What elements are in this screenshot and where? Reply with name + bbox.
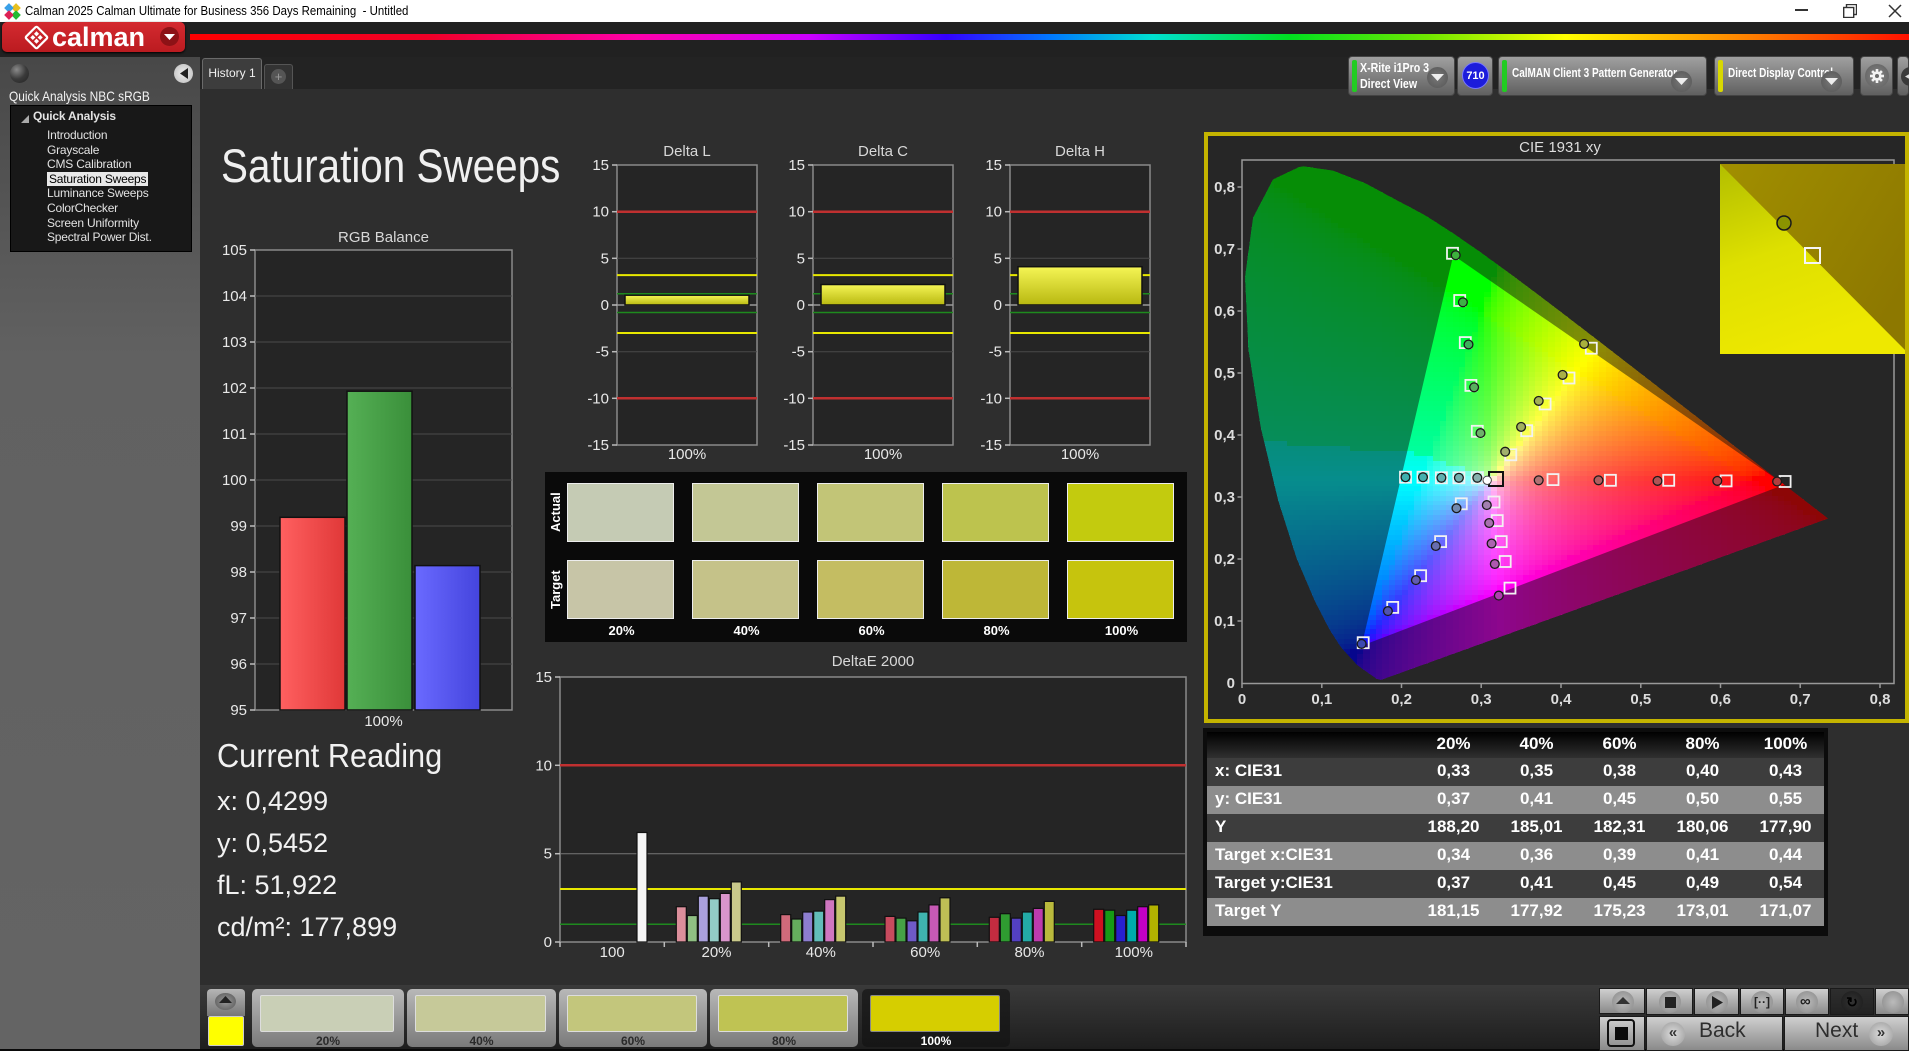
svg-text:15: 15 bbox=[592, 157, 609, 174]
svg-text:0,7: 0,7 bbox=[1214, 241, 1235, 258]
svg-text:0,5: 0,5 bbox=[1630, 691, 1651, 708]
svg-text:10: 10 bbox=[592, 204, 609, 221]
svg-text:CIE 1931 xy: CIE 1931 xy bbox=[1519, 139, 1601, 156]
svg-text:60%: 60% bbox=[910, 944, 940, 961]
svg-text:0,4: 0,4 bbox=[1551, 691, 1573, 708]
svg-text:100%: 100% bbox=[864, 446, 902, 463]
svg-text:0,6: 0,6 bbox=[1710, 691, 1731, 708]
svg-text:95: 95 bbox=[230, 702, 247, 719]
svg-text:98: 98 bbox=[230, 564, 247, 581]
svg-text:20%: 20% bbox=[701, 944, 731, 961]
svg-text:-15: -15 bbox=[980, 437, 1002, 454]
svg-text:0,2: 0,2 bbox=[1391, 691, 1412, 708]
svg-text:-15: -15 bbox=[587, 437, 609, 454]
svg-text:0: 0 bbox=[994, 297, 1002, 314]
svg-text:10: 10 bbox=[535, 757, 552, 774]
svg-text:100%: 100% bbox=[1061, 446, 1099, 463]
svg-text:5: 5 bbox=[601, 250, 609, 267]
svg-text:96: 96 bbox=[230, 656, 247, 673]
svg-text:100%: 100% bbox=[364, 713, 402, 730]
svg-text:0: 0 bbox=[797, 297, 805, 314]
svg-text:0,8: 0,8 bbox=[1870, 691, 1891, 708]
svg-text:80%: 80% bbox=[1014, 944, 1044, 961]
svg-text:-15: -15 bbox=[783, 437, 805, 454]
svg-text:0: 0 bbox=[1238, 691, 1246, 708]
svg-text:0: 0 bbox=[601, 297, 609, 314]
svg-text:0,5: 0,5 bbox=[1214, 365, 1235, 382]
svg-text:5: 5 bbox=[544, 846, 552, 863]
svg-text:99: 99 bbox=[230, 518, 247, 535]
svg-text:104: 104 bbox=[222, 288, 247, 305]
svg-text:-5: -5 bbox=[596, 344, 609, 361]
svg-text:5: 5 bbox=[797, 250, 805, 267]
svg-text:100%: 100% bbox=[1115, 944, 1153, 961]
svg-text:102: 102 bbox=[222, 380, 247, 397]
svg-text:-5: -5 bbox=[792, 344, 805, 361]
svg-text:0,7: 0,7 bbox=[1790, 691, 1811, 708]
svg-text:-10: -10 bbox=[980, 390, 1002, 407]
svg-text:40%: 40% bbox=[806, 944, 836, 961]
svg-text:15: 15 bbox=[788, 157, 805, 174]
svg-text:0,3: 0,3 bbox=[1214, 489, 1235, 506]
svg-text:-5: -5 bbox=[989, 344, 1002, 361]
svg-text:97: 97 bbox=[230, 610, 247, 627]
svg-text:-10: -10 bbox=[587, 390, 609, 407]
svg-text:0,2: 0,2 bbox=[1214, 551, 1235, 568]
svg-text:Delta C: Delta C bbox=[858, 143, 908, 160]
svg-text:10: 10 bbox=[788, 204, 805, 221]
svg-text:103: 103 bbox=[222, 334, 247, 351]
svg-text:105: 105 bbox=[222, 242, 247, 259]
svg-text:0,8: 0,8 bbox=[1214, 179, 1235, 196]
svg-text:5: 5 bbox=[994, 250, 1002, 267]
svg-text:DeltaE 2000: DeltaE 2000 bbox=[832, 653, 915, 670]
svg-text:0,1: 0,1 bbox=[1214, 613, 1235, 630]
svg-text:100: 100 bbox=[222, 472, 247, 489]
svg-text:0,4: 0,4 bbox=[1214, 427, 1236, 444]
svg-text:100: 100 bbox=[600, 944, 625, 961]
svg-text:15: 15 bbox=[535, 669, 552, 686]
svg-text:-10: -10 bbox=[783, 390, 805, 407]
svg-text:0,1: 0,1 bbox=[1311, 691, 1332, 708]
svg-text:10: 10 bbox=[985, 204, 1002, 221]
svg-text:15: 15 bbox=[985, 157, 1002, 174]
svg-text:Delta L: Delta L bbox=[663, 143, 711, 160]
svg-text:0,6: 0,6 bbox=[1214, 303, 1235, 320]
svg-text:Delta H: Delta H bbox=[1055, 143, 1105, 160]
svg-text:RGB Balance: RGB Balance bbox=[338, 229, 429, 246]
svg-text:0,3: 0,3 bbox=[1471, 691, 1492, 708]
svg-text:101: 101 bbox=[222, 426, 247, 443]
svg-text:0: 0 bbox=[1227, 675, 1235, 692]
svg-text:0: 0 bbox=[544, 934, 552, 951]
svg-text:100%: 100% bbox=[668, 446, 706, 463]
